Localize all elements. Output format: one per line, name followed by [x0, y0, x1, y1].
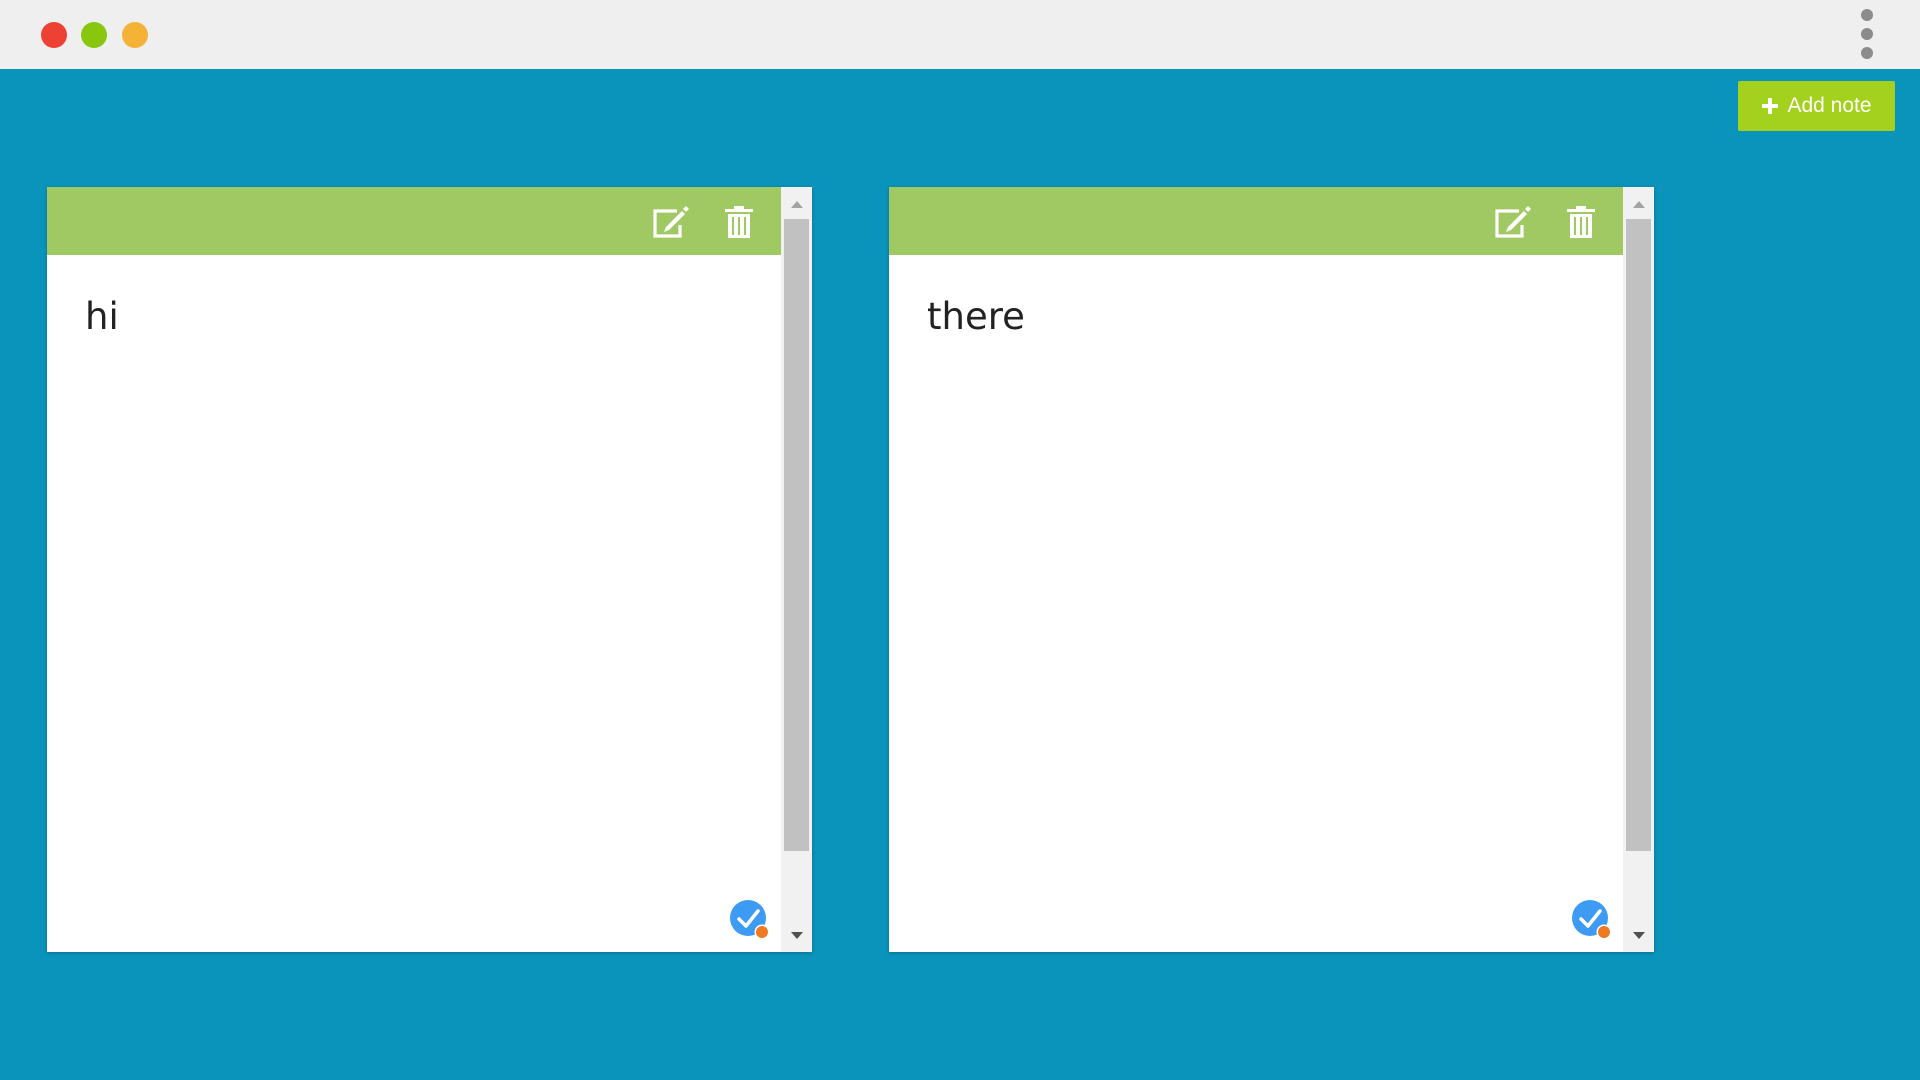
delete-note-button[interactable] [719, 202, 759, 242]
note-text[interactable]: hi [85, 295, 119, 338]
maximize-window-button[interactable] [122, 22, 148, 48]
scroll-thumb[interactable] [1626, 219, 1651, 851]
scroll-up-arrow-icon[interactable] [781, 193, 812, 215]
check-circle-icon [730, 900, 770, 940]
scroll-up-arrow-icon[interactable] [1623, 193, 1654, 215]
title-bar [0, 0, 1920, 69]
scroll-down-arrow-icon[interactable] [781, 924, 812, 946]
close-window-button[interactable] [41, 22, 67, 48]
note-text[interactable]: there [927, 295, 1025, 338]
scroll-down-arrow-icon[interactable] [1623, 924, 1654, 946]
minimize-window-button[interactable] [81, 22, 107, 48]
note-scrollbar[interactable] [781, 187, 812, 952]
note-card: there [889, 187, 1654, 952]
edit-icon [653, 206, 689, 238]
edit-note-button[interactable] [650, 202, 690, 242]
check-circle-icon [1572, 900, 1612, 940]
note-scrollbar[interactable] [1623, 187, 1654, 952]
more-options-icon[interactable] [1855, 6, 1879, 62]
add-note-button[interactable]: Add note [1738, 81, 1895, 131]
add-note-label: Add note [1787, 94, 1872, 117]
plus-icon [1762, 98, 1779, 114]
scroll-thumb[interactable] [784, 219, 809, 851]
edit-note-button[interactable] [1492, 202, 1532, 242]
note-header [47, 187, 781, 255]
trash-icon [725, 206, 753, 238]
note-header [889, 187, 1623, 255]
edit-icon [1495, 206, 1531, 238]
delete-note-button[interactable] [1561, 202, 1601, 242]
trash-icon [1567, 206, 1595, 238]
note-card: hi [47, 187, 812, 952]
